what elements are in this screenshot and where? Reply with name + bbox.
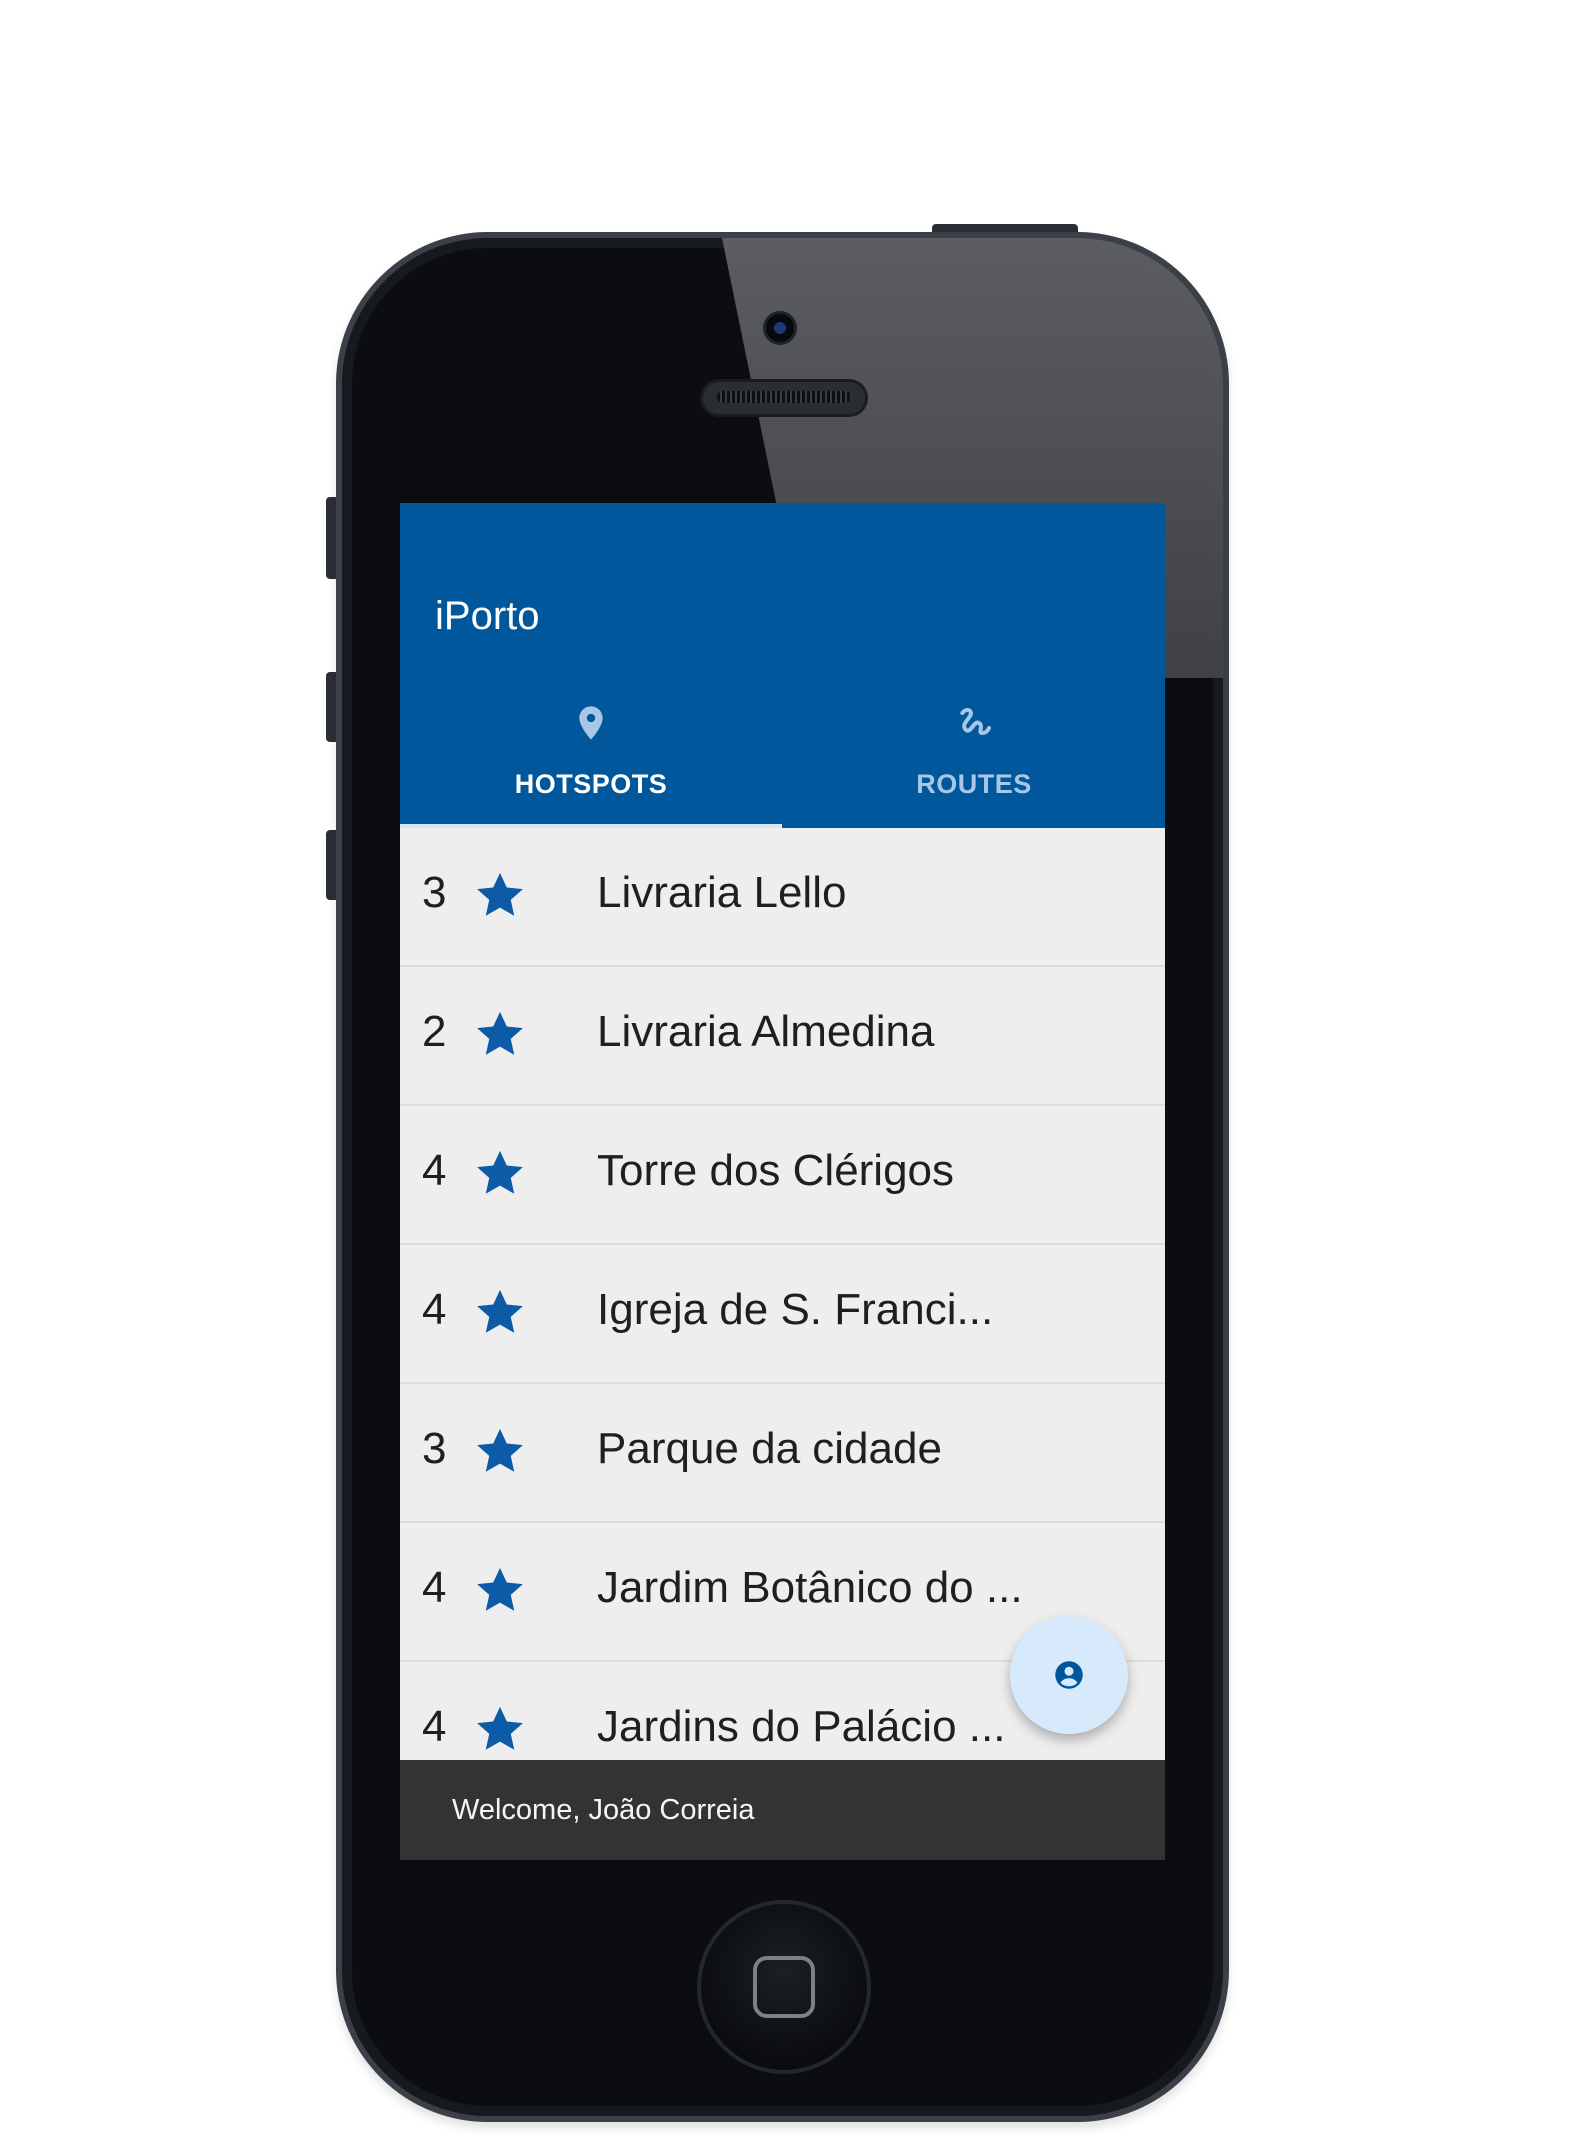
star-icon (477, 872, 523, 916)
hotspot-name: Jardins do Palácio ... (597, 1702, 1006, 1751)
list-item[interactable]: 4 Igreja de S. Franci... (400, 1245, 1165, 1384)
star-icon (477, 1289, 523, 1333)
star-icon (477, 1706, 523, 1750)
star-icon (477, 1567, 523, 1611)
hotspot-rating: 4 (422, 1285, 447, 1334)
star-icon (477, 1150, 523, 1194)
hotspot-rating: 4 (422, 1702, 447, 1751)
hotspot-name: Livraria Almedina (597, 1007, 935, 1056)
tab-hotspots[interactable]: HOTSPOTS (400, 701, 782, 828)
list-item[interactable]: 2 Livraria Almedina (400, 967, 1165, 1106)
tab-hotspots-label: HOTSPOTS (514, 769, 668, 799)
home-button (697, 1900, 871, 2074)
welcome-snackbar: Welcome, João Correia (400, 1760, 1165, 1860)
hotspot-rating: 3 (422, 868, 447, 917)
list-item[interactable]: 4 Torre dos Clérigos (400, 1106, 1165, 1245)
hotspot-name: Torre dos Clérigos (597, 1146, 955, 1195)
tab-routes[interactable]: ROUTES (783, 701, 1165, 828)
app-title: iPorto (435, 594, 540, 638)
profile-fab-button[interactable] (1010, 1616, 1128, 1734)
earpiece-speaker (700, 379, 868, 417)
front-camera (763, 311, 797, 345)
map-pin-icon (579, 706, 603, 740)
hotspot-name: Parque da cidade (597, 1424, 942, 1473)
home-square-icon (753, 1956, 815, 2018)
list-item[interactable]: 3 Livraria Lello (400, 828, 1165, 967)
hotspot-rating: 3 (422, 1424, 447, 1473)
snackbar-message: Welcome, João Correia (452, 1794, 755, 1826)
stage: iPorto HOTSPOTS ROUTES 3 Livraria Lello (0, 0, 1582, 2144)
hotspot-rating: 4 (422, 1146, 447, 1195)
star-icon (477, 1428, 523, 1472)
list-item[interactable]: 3 Parque da cidade (400, 1384, 1165, 1523)
hotspot-name: Igreja de S. Franci... (597, 1285, 994, 1334)
route-icon (960, 708, 991, 735)
hotspot-rating: 2 (422, 1007, 447, 1056)
star-icon (477, 1011, 523, 1055)
hotspot-name: Livraria Lello (597, 868, 847, 917)
app-bar: iPorto HOTSPOTS ROUTES (400, 503, 1165, 828)
hotspot-rating: 4 (422, 1563, 447, 1612)
hotspot-name: Jardim Botânico do ... (597, 1563, 1023, 1612)
app-screen: iPorto HOTSPOTS ROUTES 3 Livraria Lello (400, 503, 1165, 1860)
account-circle-icon (1055, 1661, 1083, 1689)
tab-routes-label: ROUTES (916, 769, 1032, 799)
